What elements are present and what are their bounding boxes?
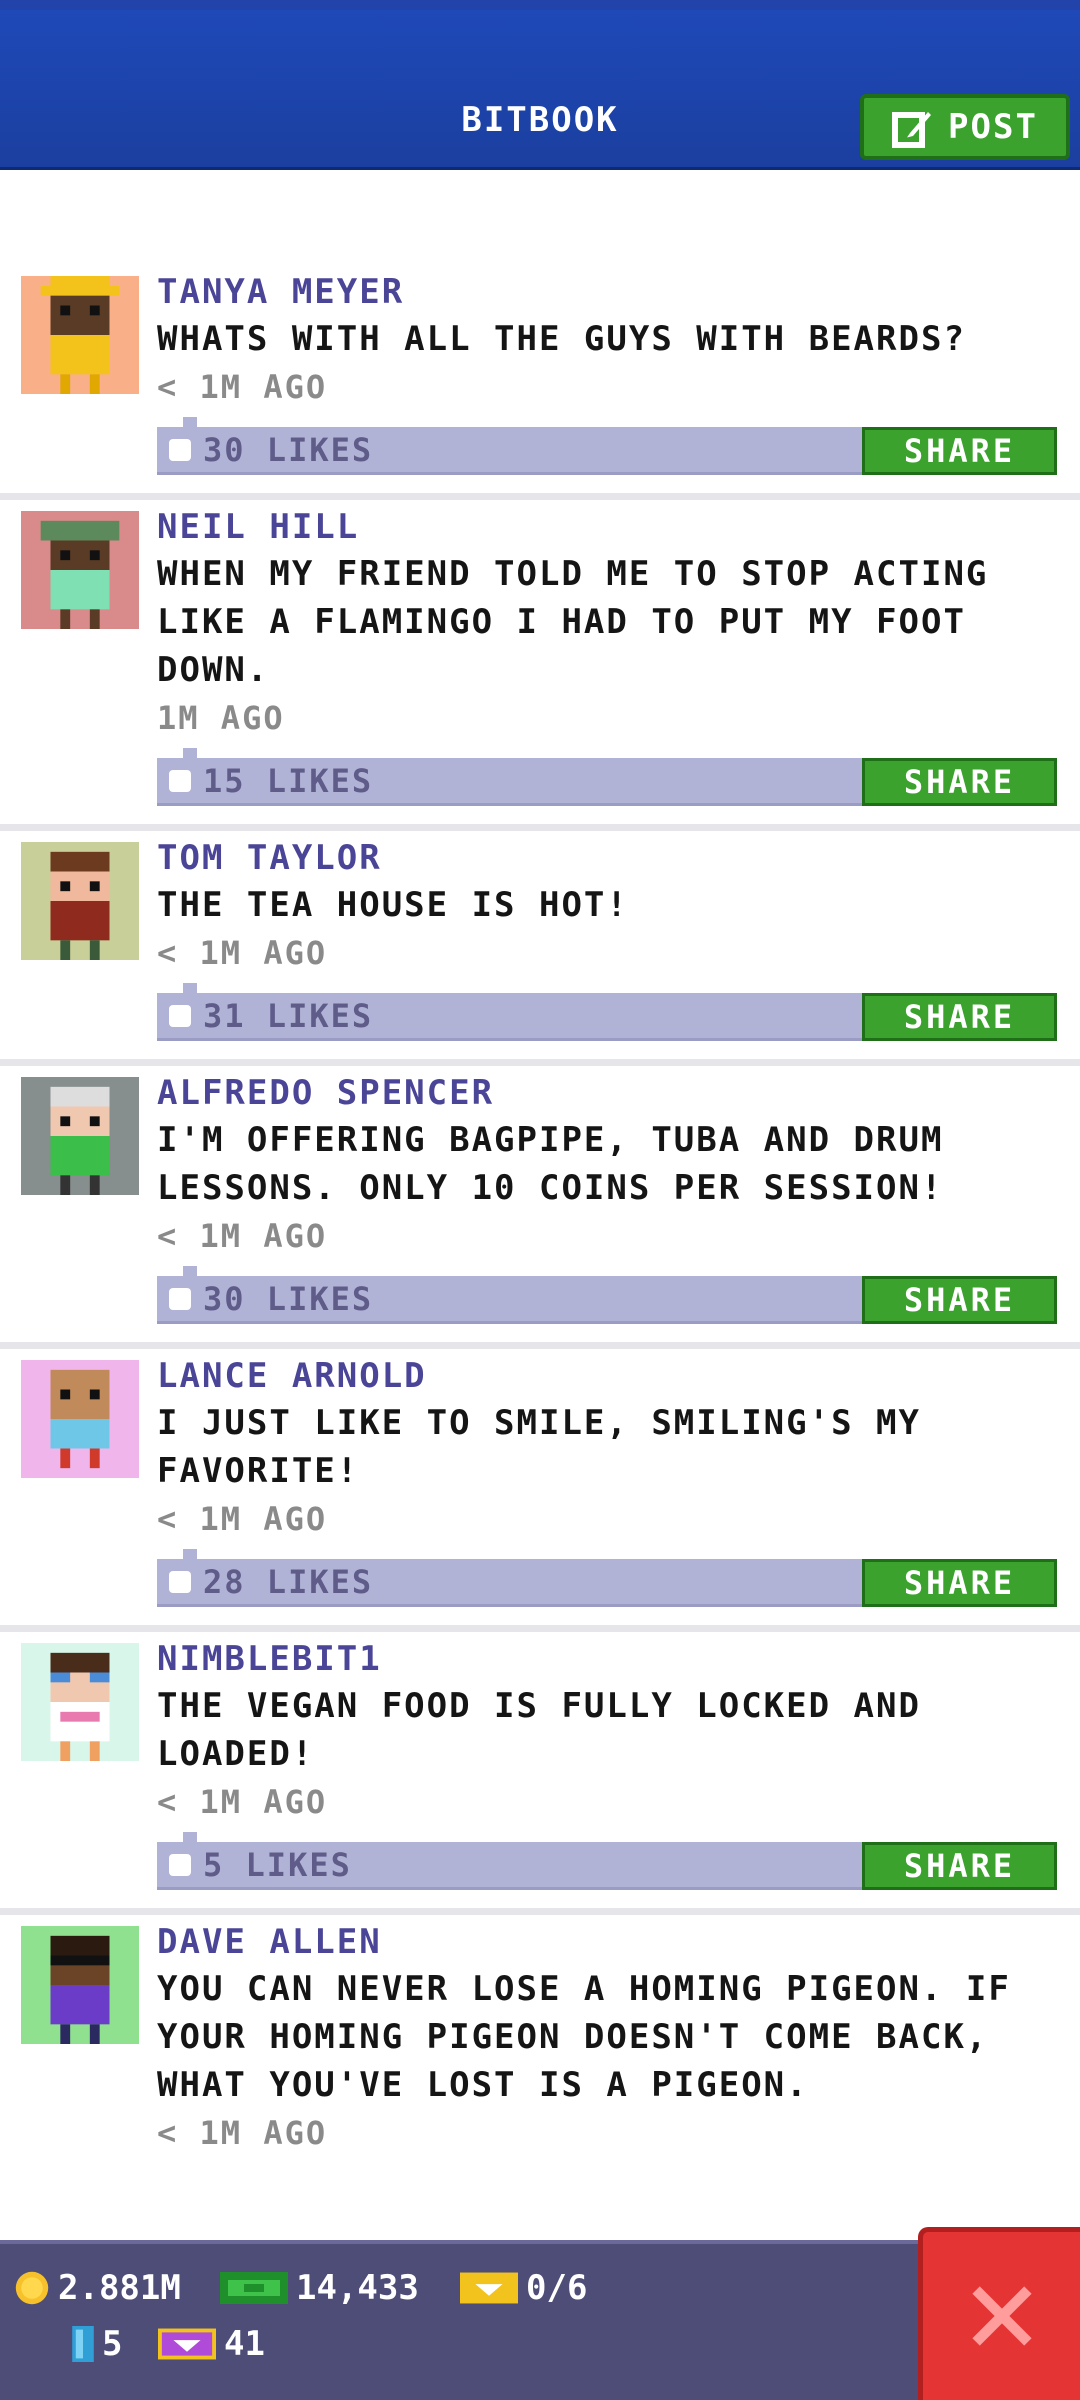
post-author[interactable]: TANYA MEYER — [157, 269, 1050, 315]
header-bar: BITBOOK POST — [0, 0, 1080, 170]
post-author[interactable]: NEIL HILL — [157, 504, 1050, 550]
person-icon — [40, 276, 120, 394]
list-item: NIMBLEBIT1 THE VEGAN FOOD IS FULLY LOCKE… — [0, 1632, 1080, 1915]
bux-icon — [220, 2272, 288, 2304]
bux-value: 14,433 — [296, 2268, 419, 2308]
list-item: LANCE ARNOLD I JUST LIKE TO SMILE, SMILI… — [0, 1349, 1080, 1632]
share-button[interactable]: SHARE — [862, 1842, 1057, 1890]
compose-icon — [892, 112, 932, 148]
share-button[interactable]: SHARE — [862, 1559, 1057, 1607]
thumbs-up-icon — [169, 1287, 191, 1310]
avatar — [21, 1643, 139, 1761]
person-icon — [50, 1086, 110, 1195]
share-button[interactable]: SHARE — [862, 993, 1057, 1041]
person-icon — [40, 520, 120, 629]
post-message: WHEN MY FRIEND TOLD ME TO STOP ACTING LI… — [157, 554, 989, 690]
gem-ticket-icon — [158, 2328, 216, 2360]
post-author[interactable]: ALFREDO SPENCER — [157, 1070, 1050, 1116]
likes-count: 5 LIKES — [203, 1845, 352, 1884]
post-time: < 1M AGO — [157, 2114, 328, 2152]
avatar — [21, 1360, 139, 1478]
post-button[interactable]: POST — [860, 94, 1070, 160]
person-icon — [50, 1369, 110, 1469]
post-message: YOU CAN NEVER LOSE A HOMING PIGEON. IF Y… — [157, 1969, 1011, 2105]
list-item: NEIL HILL WHEN MY FRIEND TOLD ME TO STOP… — [0, 500, 1080, 831]
thumbs-up-icon — [169, 1570, 191, 1593]
share-button[interactable]: SHARE — [862, 427, 1057, 475]
thumbs-up-icon — [169, 1004, 191, 1027]
avatar — [21, 1926, 139, 2044]
post-author[interactable]: TOM TAYLOR — [157, 835, 1050, 881]
post-time: < 1M AGO — [157, 368, 328, 406]
likes-count: 31 LIKES — [203, 996, 374, 1035]
post-message: THE VEGAN FOOD IS FULLY LOCKED AND LOADE… — [157, 1686, 921, 1774]
key-card-icon — [72, 2326, 94, 2362]
list-item: DAVE ALLEN YOU CAN NEVER LOSE A HOMING P… — [0, 1915, 1080, 2157]
tickets-stat: 0/6 — [460, 2268, 587, 2308]
thumbs-up-icon — [169, 438, 191, 461]
list-item: TOM TAYLOR THE TEA HOUSE IS HOT! < 1M AG… — [0, 831, 1080, 1066]
post-button-label: POST — [948, 107, 1038, 147]
post-author[interactable]: LANCE ARNOLD — [157, 1353, 1050, 1399]
avatar — [21, 842, 139, 960]
coins-value: 2.881M — [58, 2268, 181, 2308]
likes-count: 15 LIKES — [203, 761, 374, 800]
likes-bar: 31 LIKES SHARE — [157, 983, 1057, 1041]
share-button[interactable]: SHARE — [862, 758, 1057, 806]
likes-bar: 5 LIKES SHARE — [157, 1832, 1057, 1890]
keys-value: 5 — [102, 2324, 123, 2364]
avatar — [21, 276, 139, 394]
coins-stat: 2.881M — [14, 2268, 181, 2308]
likes-count: 30 LIKES — [203, 1279, 374, 1318]
post-time: < 1M AGO — [157, 934, 328, 972]
keys-stat: 5 — [72, 2324, 122, 2364]
close-button[interactable] — [918, 2227, 1080, 2400]
post-author[interactable]: DAVE ALLEN — [157, 1919, 1050, 1965]
post-time: < 1M AGO — [157, 1783, 328, 1821]
ticket-icon — [460, 2272, 518, 2304]
post-time: 1M AGO — [157, 699, 285, 737]
post-message: THE TEA HOUSE IS HOT! — [157, 885, 629, 925]
list-item: ALFREDO SPENCER I'M OFFERING BAGPIPE, TU… — [0, 1066, 1080, 1349]
list-item: TANYA MEYER WHATS WITH ALL THE GUYS WITH… — [0, 265, 1080, 500]
thumbs-up-icon — [169, 1853, 191, 1876]
likes-count: 28 LIKES — [203, 1562, 374, 1601]
tickets-value: 0/6 — [526, 2268, 588, 2308]
person-icon — [50, 851, 110, 960]
person-icon — [50, 1652, 110, 1761]
likes-bar: 28 LIKES SHARE — [157, 1549, 1057, 1607]
likes-count: 30 LIKES — [203, 430, 374, 469]
post-author[interactable]: NIMBLEBIT1 — [157, 1636, 1050, 1682]
feed-list[interactable]: TANYA MEYER WHATS WITH ALL THE GUYS WITH… — [0, 265, 1080, 2157]
share-button[interactable]: SHARE — [862, 1276, 1057, 1324]
avatar — [21, 1077, 139, 1195]
coin-icon — [15, 2271, 49, 2305]
person-icon — [50, 1935, 110, 2044]
gems-value: 41 — [224, 2324, 265, 2364]
gems-stat: 41 — [158, 2324, 265, 2364]
likes-bar: 30 LIKES SHARE — [157, 1266, 1057, 1324]
post-message: WHATS WITH ALL THE GUYS WITH BEARDS? — [157, 319, 966, 359]
close-icon — [971, 2286, 1032, 2346]
likes-bar: 15 LIKES SHARE — [157, 748, 1057, 806]
thumbs-up-icon — [169, 769, 191, 792]
avatar — [21, 511, 139, 629]
post-message: I JUST LIKE TO SMILE, SMILING'S MY FAVOR… — [157, 1403, 921, 1491]
post-time: < 1M AGO — [157, 1500, 328, 1538]
post-time: < 1M AGO — [157, 1217, 328, 1255]
bux-stat: 14,433 — [220, 2268, 419, 2308]
likes-bar: 30 LIKES SHARE — [157, 417, 1057, 475]
post-message: I'M OFFERING BAGPIPE, TUBA AND DRUM LESS… — [157, 1120, 944, 1208]
